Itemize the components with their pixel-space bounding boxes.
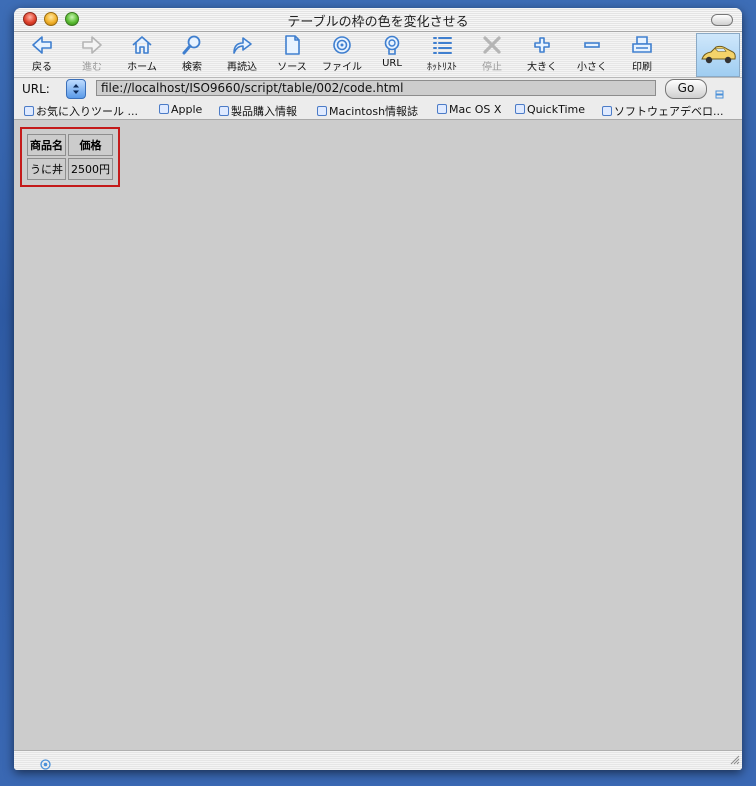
minus-icon xyxy=(584,42,600,48)
product-table: 商品名 価格 うに丼 2500円 xyxy=(25,132,115,182)
back-arrow-icon xyxy=(32,36,52,54)
history-popup-button[interactable] xyxy=(66,79,86,99)
back-button[interactable]: 戻る xyxy=(18,34,66,76)
address-input[interactable] xyxy=(96,80,656,96)
text-smaller-label: 小さく xyxy=(577,62,607,73)
table-header-row: 商品名 価格 xyxy=(27,134,113,156)
print-button[interactable]: 印刷 xyxy=(618,34,666,76)
folder-icon xyxy=(219,106,229,116)
favorite-item[interactable]: Macintosh情報誌 xyxy=(317,103,418,119)
table-red-frame: 商品名 価格 うに丼 2500円 xyxy=(20,127,120,187)
stop-label: 停止 xyxy=(482,62,502,73)
source-icon xyxy=(285,35,300,55)
text-smaller-button[interactable]: 小さく xyxy=(568,34,616,76)
source-button[interactable]: ソース xyxy=(268,34,316,76)
cell-price: 2500円 xyxy=(68,158,113,180)
toolbar: 戻る 進む ホーム 検索 再読込 ソース ファイル URL ﾎｯﾄﾘｽﾄ 停止 … xyxy=(14,32,742,78)
favorite-item[interactable]: ソフトウェアデベロ... xyxy=(602,103,724,119)
hotlist-label: ﾎｯﾄﾘｽﾄ xyxy=(427,62,457,73)
table-row: うに丼 2500円 xyxy=(27,158,113,180)
file-button[interactable]: ファイル xyxy=(318,34,366,76)
header-price: 価格 xyxy=(68,134,113,156)
text-bigger-label: 大きく xyxy=(527,62,557,73)
forward-arrow-icon xyxy=(82,36,102,54)
favorite-item[interactable]: Apple xyxy=(159,103,202,116)
forward-button[interactable]: 進む xyxy=(68,34,116,76)
text-bigger-button[interactable]: 大きく xyxy=(518,34,566,76)
url-icon xyxy=(384,35,400,55)
hotlist-icon xyxy=(433,37,452,54)
updown-arrows-icon xyxy=(73,84,79,94)
favorite-item[interactable]: 製品購入情報 xyxy=(219,103,297,119)
hotlist-button[interactable]: ﾎｯﾄﾘｽﾄ xyxy=(418,34,466,76)
folder-icon xyxy=(317,106,327,116)
search-label: 検索 xyxy=(182,62,202,73)
favorite-item[interactable]: Mac OS X xyxy=(437,103,501,116)
source-label: ソース xyxy=(277,62,307,73)
go-button[interactable]: Go xyxy=(665,79,707,99)
resize-grip-icon[interactable] xyxy=(728,750,740,769)
car-logo-icon xyxy=(701,45,736,64)
search-icon xyxy=(182,35,201,55)
search-button[interactable]: 検索 xyxy=(168,34,216,76)
favorite-item[interactable]: お気に入りツール ... xyxy=(24,103,138,119)
window-title: テーブルの枠の色を変化させる xyxy=(287,15,469,30)
file-icon xyxy=(333,36,351,54)
url-button[interactable]: URL xyxy=(368,34,416,76)
folder-icon xyxy=(602,106,612,116)
favorite-item[interactable]: QuickTime xyxy=(515,103,585,116)
browser-logo xyxy=(696,33,740,77)
file-label: ファイル xyxy=(322,62,362,73)
reload-label: 再読込 xyxy=(227,62,257,73)
folder-icon xyxy=(24,106,34,116)
home-label: ホーム xyxy=(127,62,157,73)
folder-icon xyxy=(159,104,169,114)
favorites-bar: お気に入りツール ... Apple 製品購入情報 Macintosh情報誌 M… xyxy=(14,101,742,120)
cell-product-name: うに丼 xyxy=(27,158,66,180)
print-icon xyxy=(632,36,652,53)
address-bar: URL: Go xyxy=(14,78,742,100)
connection-status-icon xyxy=(40,755,51,770)
url-label-text: URL xyxy=(382,58,402,69)
reload-icon xyxy=(233,37,252,54)
status-bar xyxy=(14,750,742,770)
stop-button[interactable]: 停止 xyxy=(468,34,516,76)
print-label: 印刷 xyxy=(632,62,652,73)
page-content: 商品名 価格 うに丼 2500円 xyxy=(14,120,742,750)
header-product-name: 商品名 xyxy=(27,134,66,156)
browser-window: テーブルの枠の色を変化させる 戻る 進む ホーム 検索 再読込 ソース ファイル… xyxy=(14,8,742,770)
folder-icon xyxy=(515,104,525,114)
forward-label: 進む xyxy=(82,62,102,73)
title-bar[interactable]: テーブルの枠の色を変化させる xyxy=(14,8,742,32)
back-label: 戻る xyxy=(32,62,52,73)
address-label: URL: xyxy=(22,82,50,96)
plus-icon xyxy=(534,37,550,53)
page-icon xyxy=(437,104,447,114)
reload-button[interactable]: 再読込 xyxy=(218,34,266,76)
toolbar-toggle-button[interactable] xyxy=(711,14,733,26)
home-button[interactable]: ホーム xyxy=(118,34,166,76)
home-icon xyxy=(132,36,152,54)
stop-icon xyxy=(483,36,501,54)
